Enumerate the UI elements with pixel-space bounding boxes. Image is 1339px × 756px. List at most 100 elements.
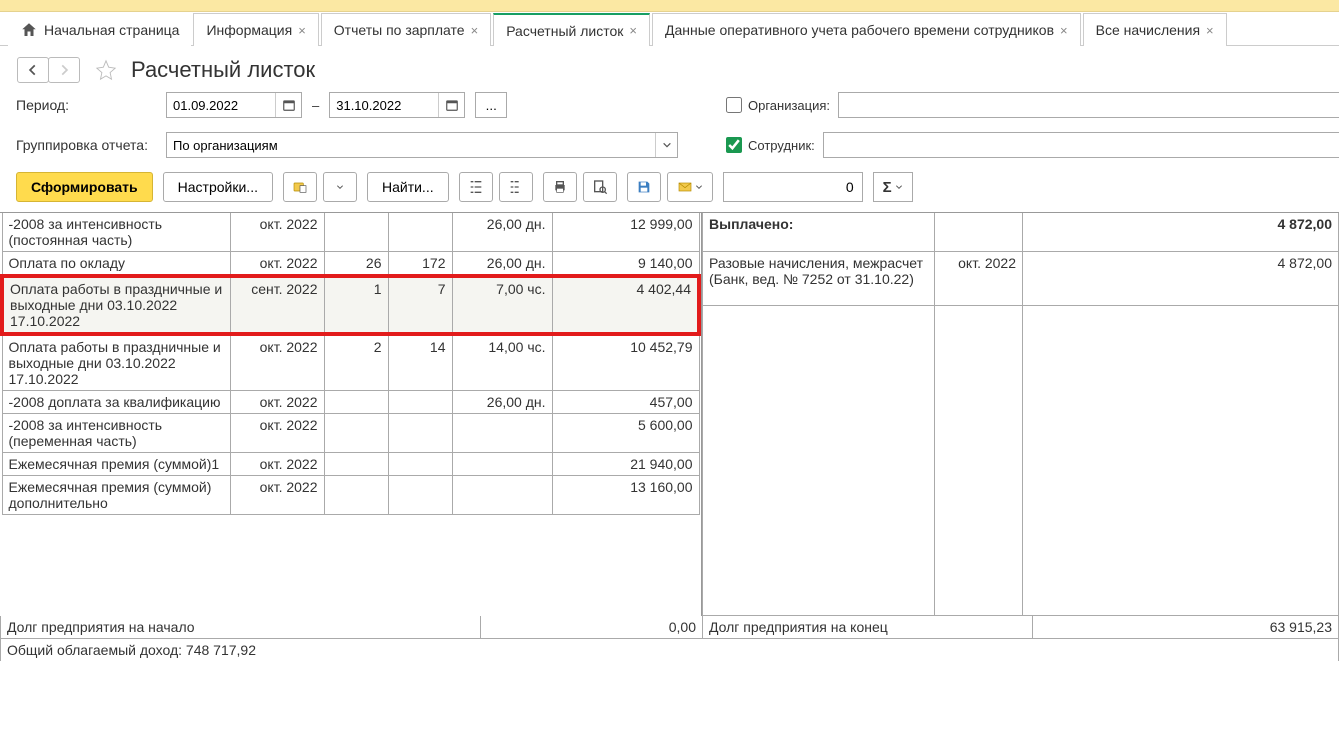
page-magnify-icon xyxy=(592,179,608,195)
chevron-down-icon xyxy=(336,183,344,191)
tab-info-label: Информация xyxy=(206,22,292,38)
favorite-star-icon[interactable] xyxy=(95,59,117,81)
sigma-button[interactable]: Σ xyxy=(873,172,913,202)
tab-info[interactable]: Информация × xyxy=(193,13,318,46)
close-icon[interactable]: × xyxy=(1206,23,1214,38)
debt-row: Долг предприятия на начало 0,00 Долг пре… xyxy=(1,616,1339,639)
folder-icon xyxy=(292,179,308,195)
nav-back-button[interactable] xyxy=(17,57,49,83)
find-button[interactable]: Найти... xyxy=(367,172,449,202)
period-to xyxy=(329,92,465,118)
row-c3 xyxy=(452,414,552,453)
mail-icon xyxy=(677,179,693,195)
tab-accruals-label: Все начисления xyxy=(1096,22,1200,38)
row-c3: 7,00 чс. xyxy=(452,276,552,334)
org-label: Организация: xyxy=(748,98,830,113)
income-text: Общий облагаемый доход: 748 717,92 xyxy=(1,638,1339,661)
income-row: Общий облагаемый доход: 748 717,92 xyxy=(1,638,1339,661)
paid-header-row: Выплачено: 4 872,00 xyxy=(703,213,1339,251)
tab-home-label: Начальная страница xyxy=(44,22,179,38)
footer-table: Долг предприятия на начало 0,00 Долг пре… xyxy=(0,616,1339,661)
close-icon[interactable]: × xyxy=(298,23,306,38)
row-c2 xyxy=(388,453,452,476)
debt-start-label: Долг предприятия на начало xyxy=(1,616,481,639)
tree-expand-icon xyxy=(468,179,484,195)
org-input[interactable] xyxy=(838,92,1339,118)
row-c1 xyxy=(324,391,388,414)
row-sum: 457,00 xyxy=(552,391,699,414)
close-icon[interactable]: × xyxy=(1060,23,1068,38)
chevron-down-icon xyxy=(695,183,703,191)
table-row: Ежемесячная премия (суммой) дополнительн… xyxy=(2,476,699,515)
grouping-label: Группировка отчета: xyxy=(16,137,166,153)
home-icon xyxy=(20,21,38,39)
table-row: -2008 за интенсивность (переменная часть… xyxy=(2,414,699,453)
paste-more-button[interactable] xyxy=(323,172,357,202)
close-icon[interactable]: × xyxy=(471,23,479,38)
row-c2 xyxy=(388,414,452,453)
row-period: окт. 2022 xyxy=(230,252,324,277)
row-name: Оплата работы в праздничные и выходные д… xyxy=(2,334,230,391)
settings-button[interactable]: Настройки... xyxy=(163,172,273,202)
nav-forward-button[interactable] xyxy=(48,57,80,83)
tab-reports-label: Отчеты по зарплате xyxy=(334,22,465,38)
period-to-input[interactable] xyxy=(330,93,438,117)
period-from xyxy=(166,92,302,118)
tree-collapse-icon xyxy=(508,179,524,195)
calendar-icon[interactable] xyxy=(275,93,301,117)
row-c2 xyxy=(388,476,452,515)
grouping-value[interactable] xyxy=(167,133,655,157)
ribbon xyxy=(0,0,1339,12)
form-button[interactable]: Сформировать xyxy=(16,172,153,202)
email-button[interactable] xyxy=(667,172,713,202)
debt-end-label: Долг предприятия на конец xyxy=(703,616,1033,639)
preview-button[interactable] xyxy=(583,172,617,202)
tab-accruals[interactable]: Все начисления × xyxy=(1083,13,1227,46)
payments-table: Выплачено: 4 872,00 Разовые начисления, … xyxy=(702,213,1339,616)
row-sum: 9 140,00 xyxy=(552,252,699,277)
row-c1 xyxy=(324,453,388,476)
row-sum: 13 160,00 xyxy=(552,476,699,515)
row-name: Ежемесячная премия (суммой)1 xyxy=(2,453,230,476)
print-button[interactable] xyxy=(543,172,577,202)
period-label: Период: xyxy=(16,97,166,113)
debt-end-val: 63 915,23 xyxy=(1033,616,1339,639)
row-period: окт. 2022 xyxy=(230,391,324,414)
tab-payslip[interactable]: Расчетный листок × xyxy=(493,13,650,46)
sum-input[interactable] xyxy=(723,172,863,202)
row-c3: 26,00 дн. xyxy=(452,252,552,277)
row-c1: 2 xyxy=(324,334,388,391)
sigma-icon: Σ xyxy=(883,179,892,196)
row-c3 xyxy=(452,453,552,476)
table-row: Оплата работы в праздничные и выходные д… xyxy=(2,334,699,391)
page-header: Расчетный листок xyxy=(0,46,1339,90)
row-c2: 14 xyxy=(388,334,452,391)
row-c1: 26 xyxy=(324,252,388,277)
row-name: Ежемесячная премия (суммой) дополнительн… xyxy=(2,476,230,515)
row-c2 xyxy=(388,391,452,414)
row-sum: 12 999,00 xyxy=(552,213,699,252)
row-period: сент. 2022 xyxy=(230,276,324,334)
tab-worktime[interactable]: Данные оперативного учета рабочего време… xyxy=(652,13,1081,46)
paid-row-sum: 4 872,00 xyxy=(1023,251,1339,305)
tabs-bar: Начальная страница Информация × Отчеты п… xyxy=(0,12,1339,46)
emp-checkbox[interactable] xyxy=(726,137,742,153)
chevron-down-icon[interactable] xyxy=(655,133,677,157)
calendar-icon[interactable] xyxy=(438,93,464,117)
org-checkbox[interactable] xyxy=(726,97,742,113)
period-more-button[interactable]: ... xyxy=(475,92,507,118)
emp-input[interactable] xyxy=(823,132,1339,158)
emp-label: Сотрудник: xyxy=(748,138,815,153)
chevron-down-icon xyxy=(895,183,903,191)
tab-home[interactable]: Начальная страница xyxy=(8,13,191,46)
grouping-select[interactable] xyxy=(166,132,678,158)
close-icon[interactable]: × xyxy=(629,23,637,38)
save-button[interactable] xyxy=(627,172,661,202)
paste-button[interactable] xyxy=(283,172,317,202)
period-from-input[interactable] xyxy=(167,93,275,117)
collapse-tree-button[interactable] xyxy=(499,172,533,202)
expand-tree-button[interactable] xyxy=(459,172,493,202)
row-c2 xyxy=(388,213,452,252)
tab-reports[interactable]: Отчеты по зарплате × xyxy=(321,13,491,46)
accruals-table: -2008 за интенсивность (постоянная часть… xyxy=(0,213,701,515)
